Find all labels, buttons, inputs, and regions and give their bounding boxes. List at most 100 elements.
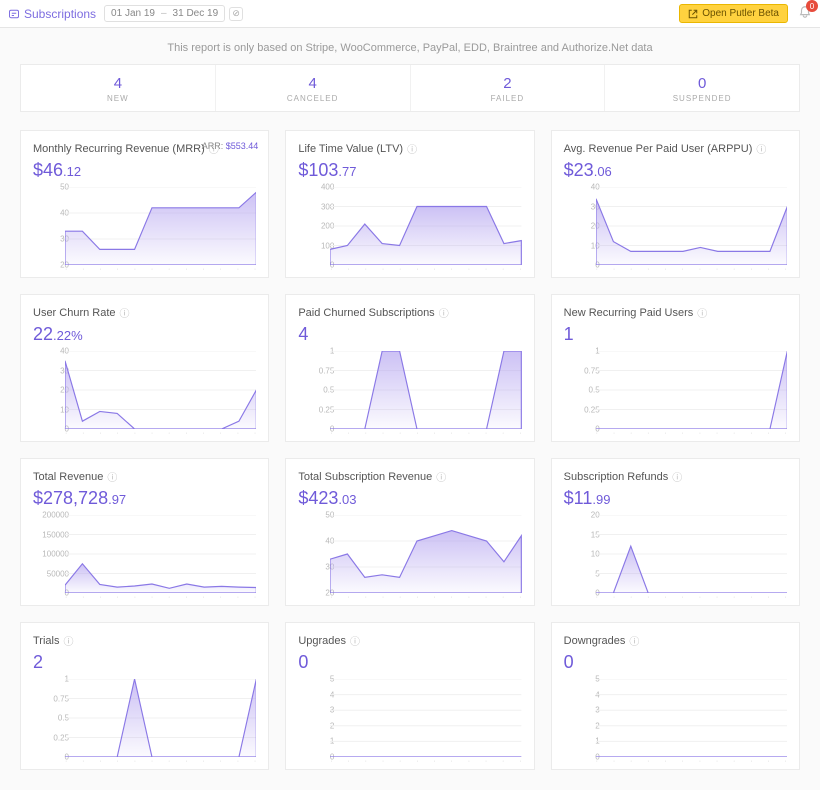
metric-card: Trials ⓘ 2 00.250.50.751 ············ [20, 622, 269, 770]
card-value: 2 [33, 652, 256, 673]
x-axis-ticks: ············ [596, 593, 787, 601]
metric-card: Paid Churned Subscriptions ⓘ 4 00.250.50… [285, 294, 534, 442]
summary-row: 4 NEW4 CANCELED2 FAILED0 SUSPENDED [20, 64, 800, 112]
card-value: 0 [564, 652, 787, 673]
info-icon[interactable]: ⓘ [436, 469, 446, 484]
notifications-button[interactable]: 0 [798, 5, 812, 22]
x-axis-ticks: ············ [65, 265, 256, 273]
card-value: 22.22% [33, 324, 256, 345]
info-icon[interactable]: ⓘ [756, 141, 766, 156]
card-title: Total Subscription Revenue ⓘ [298, 469, 521, 484]
subscription-icon [8, 8, 20, 20]
card-title: Avg. Revenue Per Paid User (ARPPU) ⓘ [564, 141, 787, 156]
card-title: Total Revenue ⓘ [33, 469, 256, 484]
metric-card: Subscription Refunds ⓘ $11.99 05101520 ·… [551, 458, 800, 606]
chart: ············ [330, 187, 521, 269]
x-axis-ticks: ············ [596, 265, 787, 273]
info-icon[interactable]: ⓘ [63, 633, 73, 648]
x-axis-ticks: ············ [596, 757, 787, 765]
x-axis-ticks: ············ [330, 757, 521, 765]
card-grid: ARR: $553.44 Monthly Recurring Revenue (… [0, 130, 820, 790]
date-from: 01 Jan 19 [111, 8, 155, 19]
metric-card: Life Time Value (LTV) ⓘ $103.77 01002003… [285, 130, 534, 278]
summary-cell-suspended[interactable]: 0 SUSPENDED [605, 65, 799, 111]
x-axis-ticks: ············ [596, 429, 787, 437]
summary-cell-new[interactable]: 4 NEW [21, 65, 216, 111]
card-title: New Recurring Paid Users ⓘ [564, 305, 787, 320]
info-icon[interactable]: ⓘ [107, 469, 117, 484]
date-sep: – [161, 8, 167, 19]
card-value: 1 [564, 324, 787, 345]
chart: ············ [596, 351, 787, 433]
open-beta-label: Open Putler Beta [702, 8, 779, 19]
card-title: Paid Churned Subscriptions ⓘ [298, 305, 521, 320]
summary-value: 0 [611, 75, 793, 92]
summary-cell-canceled[interactable]: 4 CANCELED [216, 65, 411, 111]
card-title: User Churn Rate ⓘ [33, 305, 256, 320]
x-axis-ticks: ············ [65, 429, 256, 437]
card-value: $278,728.97 [33, 488, 256, 509]
disclaimer: This report is only based on Stripe, Woo… [0, 28, 820, 64]
card-title: Trials ⓘ [33, 633, 256, 648]
info-icon[interactable]: ⓘ [350, 633, 360, 648]
summary-label: SUSPENDED [611, 94, 793, 103]
x-axis-ticks: ············ [65, 593, 256, 601]
metric-card: User Churn Rate ⓘ 22.22% 010203040 ·····… [20, 294, 269, 442]
card-title: Downgrades ⓘ [564, 633, 787, 648]
chart: ············ [596, 515, 787, 597]
section-label-text: Subscriptions [24, 7, 96, 21]
clear-date-button[interactable]: ⊘ [229, 7, 243, 21]
chart: ············ [330, 679, 521, 761]
card-title: Life Time Value (LTV) ⓘ [298, 141, 521, 156]
summary-label: FAILED [417, 94, 599, 103]
metric-card: New Recurring Paid Users ⓘ 1 00.250.50.7… [551, 294, 800, 442]
chart: ············ [596, 679, 787, 761]
open-beta-button[interactable]: Open Putler Beta [679, 4, 788, 23]
card-title: Upgrades ⓘ [298, 633, 521, 648]
section-label: Subscriptions [8, 7, 96, 21]
notification-badge: 0 [806, 0, 818, 12]
arr-badge: ARR: $553.44 [202, 141, 259, 151]
summary-value: 4 [222, 75, 404, 92]
metric-card: Total Revenue ⓘ $278,728.97 050000100000… [20, 458, 269, 606]
chart: ············ [65, 187, 256, 269]
metric-card: Avg. Revenue Per Paid User (ARPPU) ⓘ $23… [551, 130, 800, 278]
chart: ············ [330, 351, 521, 433]
chart: ············ [330, 515, 521, 597]
card-value: 4 [298, 324, 521, 345]
info-icon[interactable]: ⓘ [407, 141, 417, 156]
date-range[interactable]: 01 Jan 19 – 31 Dec 19 [104, 5, 225, 22]
metric-card: ARR: $553.44 Monthly Recurring Revenue (… [20, 130, 269, 278]
x-axis-ticks: ············ [65, 757, 256, 765]
info-icon[interactable]: ⓘ [439, 305, 449, 320]
info-icon[interactable]: ⓘ [672, 469, 682, 484]
chart: ············ [65, 679, 256, 761]
metric-card: Downgrades ⓘ 0 012345 ············ [551, 622, 800, 770]
card-value: $423.03 [298, 488, 521, 509]
card-value: $23.06 [564, 160, 787, 181]
external-link-icon [688, 9, 698, 19]
card-title: Subscription Refunds ⓘ [564, 469, 787, 484]
date-to: 31 Dec 19 [173, 8, 219, 19]
metric-card: Upgrades ⓘ 0 012345 ············ [285, 622, 534, 770]
x-axis-ticks: ············ [330, 593, 521, 601]
card-value: $11.99 [564, 488, 787, 509]
summary-label: CANCELED [222, 94, 404, 103]
x-axis-ticks: ············ [330, 265, 521, 273]
card-value: $46.12 [33, 160, 256, 181]
info-icon[interactable]: ⓘ [697, 305, 707, 320]
card-value: $103.77 [298, 160, 521, 181]
summary-cell-failed[interactable]: 2 FAILED [411, 65, 606, 111]
summary-value: 2 [417, 75, 599, 92]
card-value: 0 [298, 652, 521, 673]
x-axis-ticks: ············ [330, 429, 521, 437]
summary-label: NEW [27, 94, 209, 103]
info-icon[interactable]: ⓘ [120, 305, 130, 320]
metric-card: Total Subscription Revenue ⓘ $423.03 203… [285, 458, 534, 606]
chart: ············ [65, 351, 256, 433]
chart: ············ [65, 515, 256, 597]
summary-value: 4 [27, 75, 209, 92]
info-icon[interactable]: ⓘ [629, 633, 639, 648]
topbar: Subscriptions 01 Jan 19 – 31 Dec 19 ⊘ Op… [0, 0, 820, 28]
chart: ············ [596, 187, 787, 269]
